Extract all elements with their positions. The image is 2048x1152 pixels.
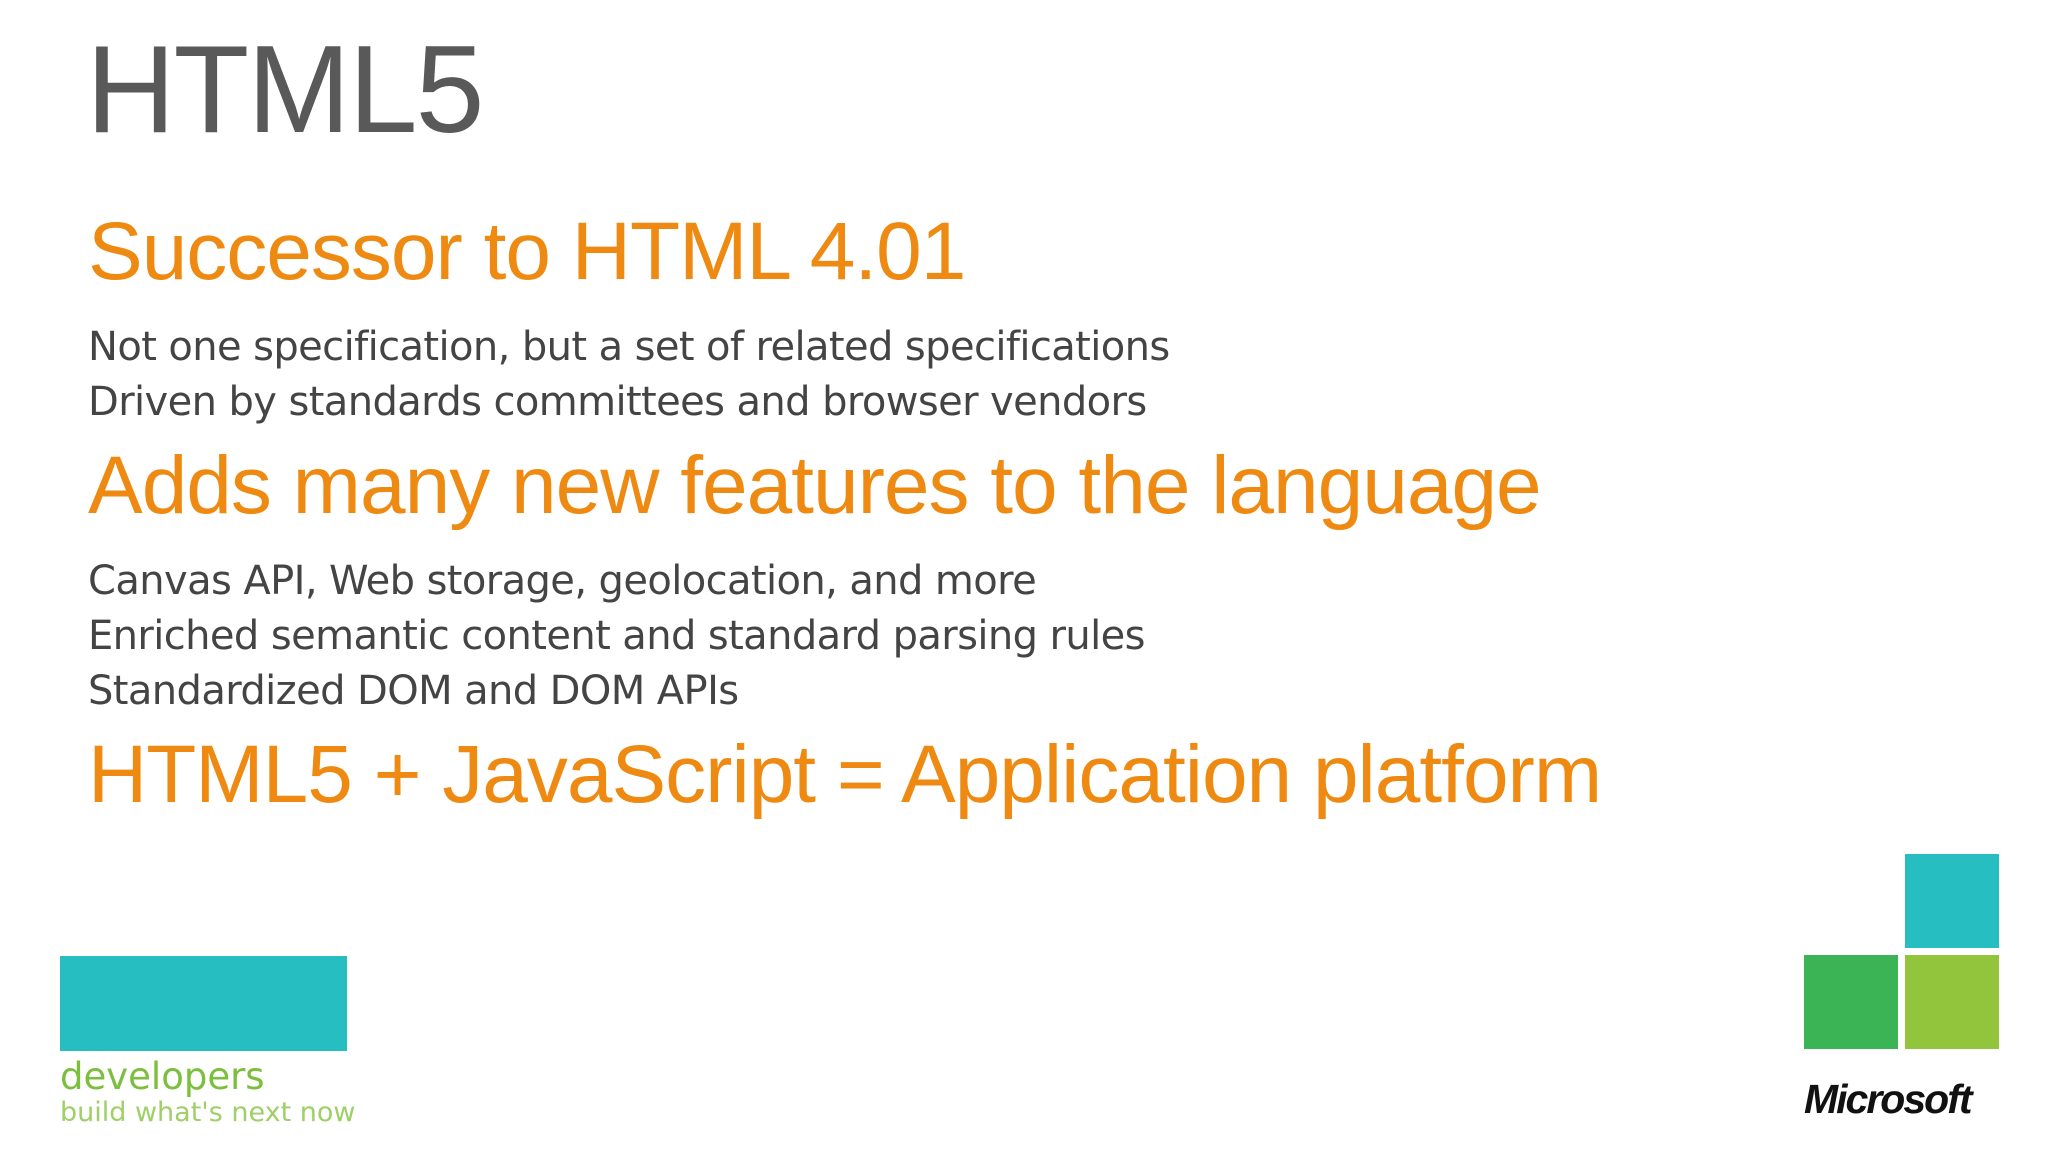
microsoft-logo-word: Microsoft xyxy=(1804,1076,1972,1122)
bullet-item: Enriched semantic content and standard p… xyxy=(88,612,1146,659)
slide-content: Successor to HTML 4.01 Not one specifica… xyxy=(88,206,1888,820)
section-heading-platform: HTML5 + JavaScript = Application platfor… xyxy=(88,728,1602,820)
section-heading-successor: Successor to HTML 4.01 xyxy=(88,206,966,297)
bullet-item: Canvas API, Web storage, geolocation, an… xyxy=(88,557,1037,604)
developers-logo-tagline: build what's next now xyxy=(60,1097,356,1128)
section-heading-features: Adds many new features to the language xyxy=(88,439,1542,531)
developers-logo-word: developers xyxy=(60,1055,265,1098)
slide: HTML5 Successor to HTML 4.01 Not one spe… xyxy=(0,0,2048,1152)
section-bullets-successor: Not one specification, but a set of rela… xyxy=(88,320,1888,430)
microsoft-logo: Microsoft xyxy=(1804,854,2004,1124)
section-bullets-features: Canvas API, Web storage, geolocation, an… xyxy=(88,554,1888,719)
bullet-item: Standardized DOM and DOM APIs xyxy=(88,667,739,714)
developers-logo-block xyxy=(60,956,347,1051)
slide-title: HTML5 xyxy=(86,21,485,159)
microsoft-logo-tile-lime xyxy=(1905,955,1999,1049)
bullet-item: Not one specification, but a set of rela… xyxy=(88,323,1170,370)
microsoft-logo-tile-cyan xyxy=(1905,854,1999,948)
developers-logo: developers build what's next now xyxy=(60,956,360,1129)
microsoft-logo-tile-green xyxy=(1804,955,1898,1049)
bullet-item: Driven by standards committees and brows… xyxy=(88,378,1147,425)
